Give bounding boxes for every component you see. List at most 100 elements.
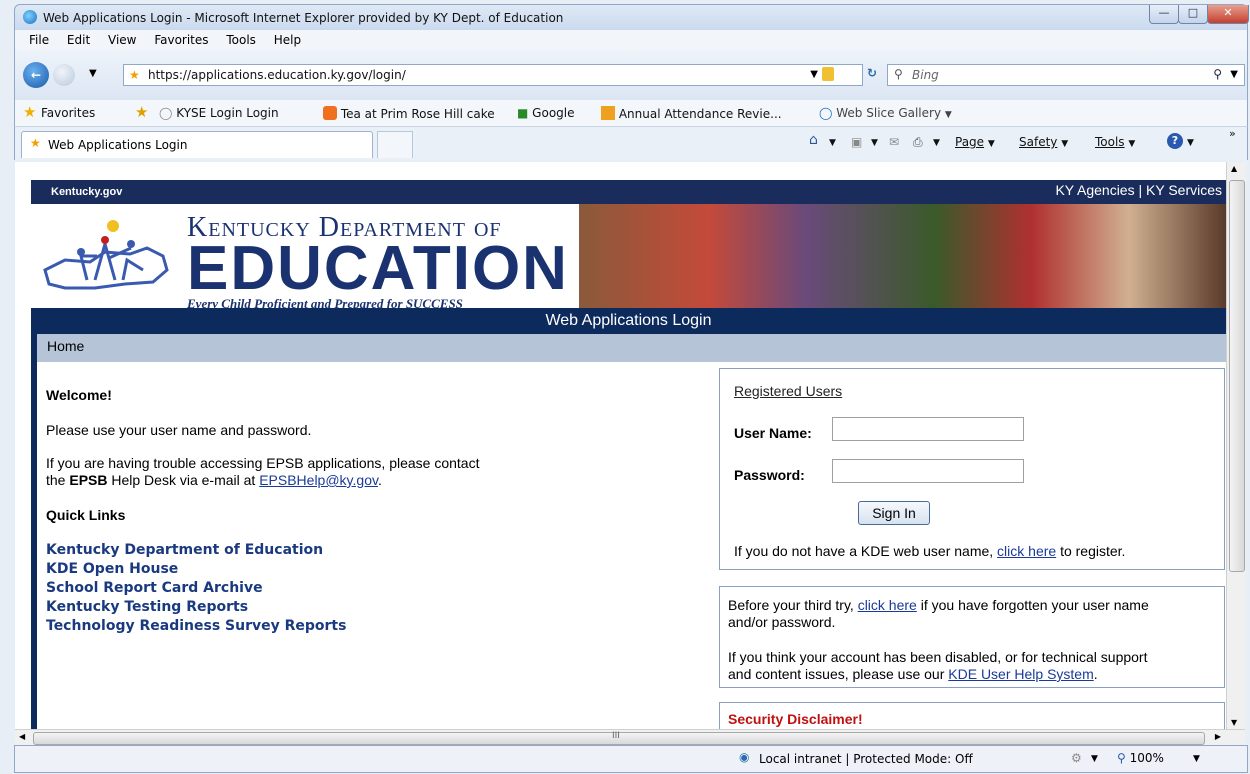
- page-content: Kentucky.gov KY Agencies | KY Services K…: [15, 162, 1226, 729]
- security-zone-text[interactable]: Local intranet | Protected Mode: Off: [759, 752, 973, 766]
- intro-text: Please use your user name and password.: [46, 422, 312, 438]
- blogger-icon: [323, 106, 337, 120]
- protected-mode-icon[interactable]: ⚙: [1071, 751, 1082, 765]
- epsb-email-link[interactable]: EPSBHelp@ky.gov: [259, 472, 378, 488]
- kentucky-watermark: ​: [55, 692, 355, 729]
- zoom-level: 100%: [1129, 751, 1164, 765]
- quick-link-open-house[interactable]: KDE Open House: [46, 561, 178, 577]
- sign-in-button[interactable]: Sign In: [858, 501, 930, 525]
- home-icon[interactable]: ⌂: [809, 132, 818, 148]
- home-dropdown-icon[interactable]: ▼: [829, 138, 836, 148]
- address-dropdown-icon[interactable]: ▼: [810, 69, 818, 80]
- banner-photo: [579, 204, 1226, 308]
- menu-view[interactable]: View: [108, 33, 136, 47]
- close-button[interactable]: ✕: [1207, 5, 1249, 24]
- chevron-down-icon: ▼: [944, 110, 952, 120]
- safety-menu-label: Safety: [1019, 135, 1058, 149]
- help-icon[interactable]: ?: [1167, 133, 1183, 149]
- favorite-attendance[interactable]: Annual Attendance Revie...: [601, 106, 782, 121]
- address-field[interactable]: ★ https://applications.education.ky.gov/…: [123, 64, 863, 86]
- favorite-google[interactable]: ■ Google: [517, 106, 575, 120]
- trouble-text-end: .: [377, 472, 382, 488]
- registered-users-title[interactable]: Registered Users: [734, 383, 842, 399]
- kde-help-system-link[interactable]: KDE User Help System: [948, 666, 1093, 682]
- new-tab-button[interactable]: [377, 131, 413, 158]
- menu-tools[interactable]: Tools: [226, 33, 256, 47]
- ie-logo-icon: [23, 10, 37, 24]
- maximize-button[interactable]: □: [1178, 5, 1208, 24]
- scroll-grip: III: [612, 731, 620, 741]
- title-bar: Web Applications Login - Microsoft Inter…: [14, 4, 1249, 32]
- help-dropdown-icon[interactable]: ▼: [1187, 138, 1194, 148]
- zone-dropdown-icon[interactable]: ▼: [1091, 754, 1098, 764]
- recent-pages-dropdown-icon[interactable]: ▼: [89, 68, 97, 79]
- help-panel: Before your third try, click here if you…: [719, 586, 1225, 688]
- status-bar: ◉ Local intranet | Protected Mode: Off ⚙…: [14, 745, 1248, 773]
- home-link[interactable]: Home: [47, 338, 84, 354]
- search-icon[interactable]: ⚲: [1213, 67, 1222, 81]
- quick-link-technology-survey[interactable]: Technology Readiness Survey Reports: [46, 618, 346, 634]
- password-input[interactable]: [832, 459, 1024, 483]
- refresh-icon[interactable]: ↻: [867, 66, 877, 80]
- forgot-link[interactable]: click here: [858, 597, 917, 613]
- trouble-text-line1: If you are having trouble accessing EPSB…: [46, 455, 480, 471]
- vertical-scrollbar[interactable]: ▲ ▼: [1226, 162, 1246, 729]
- ky-agencies-services[interactable]: KY Agencies | KY Services: [1055, 182, 1222, 198]
- add-favorite-icon[interactable]: ★: [135, 103, 148, 121]
- menu-favorites[interactable]: Favorites: [154, 33, 208, 47]
- favicon-icon: ★: [129, 68, 140, 82]
- ie-small-icon: ◯: [819, 106, 833, 120]
- scroll-down-icon[interactable]: ▼: [1231, 718, 1237, 727]
- favorites-button[interactable]: Favorites: [41, 106, 95, 120]
- kde-header-line2: EDUCATION: [187, 234, 569, 303]
- quick-link-testing-reports[interactable]: Kentucky Testing Reports: [46, 599, 248, 615]
- zoom-dropdown-icon[interactable]: ▼: [1193, 754, 1200, 764]
- quick-link-kde[interactable]: Kentucky Department of Education: [46, 542, 323, 558]
- kde-state-logo: [43, 220, 169, 290]
- search-field[interactable]: ⚲ Bing ⚲ ▼: [887, 64, 1245, 86]
- safety-menu[interactable]: Safety ▼: [1019, 135, 1068, 149]
- menu-file[interactable]: File: [29, 33, 49, 47]
- menu-help[interactable]: Help: [274, 33, 301, 47]
- tab-row: ★ Web Applications Login ⌂ ▼ ▣ ▼ ✉ ⎙ ▼ P…: [14, 127, 1248, 160]
- favorite-web-slice[interactable]: ◯ Web Slice Gallery ▼: [819, 106, 952, 120]
- kentucky-gov-bar: Kentucky.gov KY Agencies | KY Services: [31, 180, 1226, 204]
- tab-web-applications-login[interactable]: ★ Web Applications Login: [21, 131, 373, 158]
- page-menu[interactable]: Page ▼: [955, 135, 995, 149]
- print-icon[interactable]: ⎙: [913, 135, 923, 150]
- lock-icon[interactable]: [822, 67, 834, 81]
- feeds-icon[interactable]: ▣: [851, 135, 862, 149]
- safety-chevron-icon: ▼: [1061, 139, 1069, 149]
- register-link[interactable]: click here: [997, 543, 1056, 559]
- scroll-right-icon[interactable]: ▶: [1215, 732, 1221, 741]
- scroll-left-icon[interactable]: ◀: [19, 732, 25, 741]
- favorite-kyse-login[interactable]: ◯ KYSE Login Login: [159, 106, 279, 120]
- quick-link-report-card[interactable]: School Report Card Archive: [46, 580, 263, 596]
- vertical-scroll-thumb[interactable]: [1229, 180, 1245, 572]
- address-row: ← ▼ ★ https://applications.education.ky.…: [14, 50, 1248, 100]
- trouble-epsb: EPSB: [69, 472, 108, 488]
- print-dropdown-icon[interactable]: ▼: [933, 138, 940, 148]
- feeds-dropdown-icon[interactable]: ▼: [871, 138, 878, 148]
- kentucky-gov-logo[interactable]: Kentucky.gov: [51, 186, 122, 198]
- scroll-up-icon[interactable]: ▲: [1231, 164, 1237, 173]
- search-dropdown-icon[interactable]: ▼: [1230, 69, 1238, 80]
- mail-icon[interactable]: ✉: [889, 135, 899, 149]
- username-label: User Name:: [734, 425, 812, 441]
- favorite-tea-cake[interactable]: Tea at Prim Rose Hill cake: [323, 106, 495, 121]
- tools-menu[interactable]: Tools ▼: [1095, 135, 1135, 149]
- minimize-button[interactable]: —: [1149, 5, 1179, 24]
- zoom-control[interactable]: ⚲ 100%: [1117, 751, 1164, 765]
- horizontal-scrollbar[interactable]: ◀ III ▶: [15, 729, 1245, 746]
- forgot-text-a: Before your third try,: [728, 597, 858, 613]
- forward-button[interactable]: [53, 64, 75, 86]
- disabled-text-end: .: [1093, 666, 1098, 682]
- disabled-text-a: and content issues, please use our: [728, 666, 949, 682]
- password-label: Password:: [734, 467, 805, 483]
- toolbar-overflow-icon[interactable]: »: [1229, 127, 1236, 140]
- username-input[interactable]: [832, 417, 1024, 441]
- horizontal-scroll-thumb[interactable]: III: [33, 731, 1205, 745]
- menu-edit[interactable]: Edit: [67, 33, 90, 47]
- welcome-heading: Welcome!: [46, 387, 112, 403]
- back-button[interactable]: ←: [23, 62, 49, 88]
